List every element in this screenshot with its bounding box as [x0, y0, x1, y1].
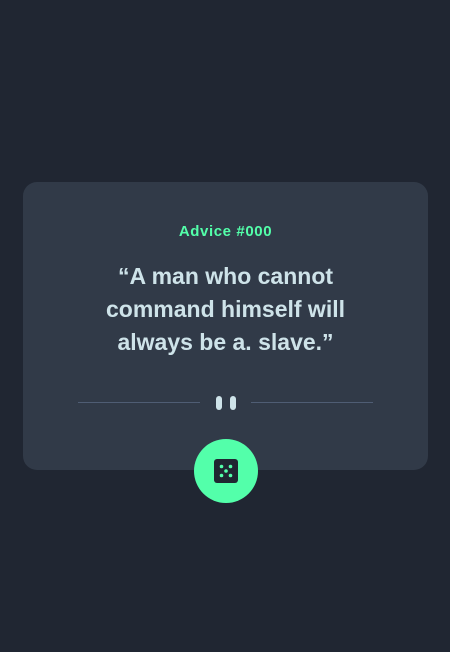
advice-id: Advice #000	[178, 223, 273, 240]
advice-card: Advice #000 “A man who cannot command hi…	[23, 182, 428, 470]
divider-line-left	[78, 402, 200, 403]
new-advice-button[interactable]	[194, 439, 258, 503]
divider	[78, 392, 373, 412]
divider-line-right	[251, 402, 373, 403]
pause-icon	[215, 396, 236, 410]
advice-quote: “A man who cannot command himself will a…	[106, 263, 345, 355]
dice-icon	[214, 459, 238, 483]
